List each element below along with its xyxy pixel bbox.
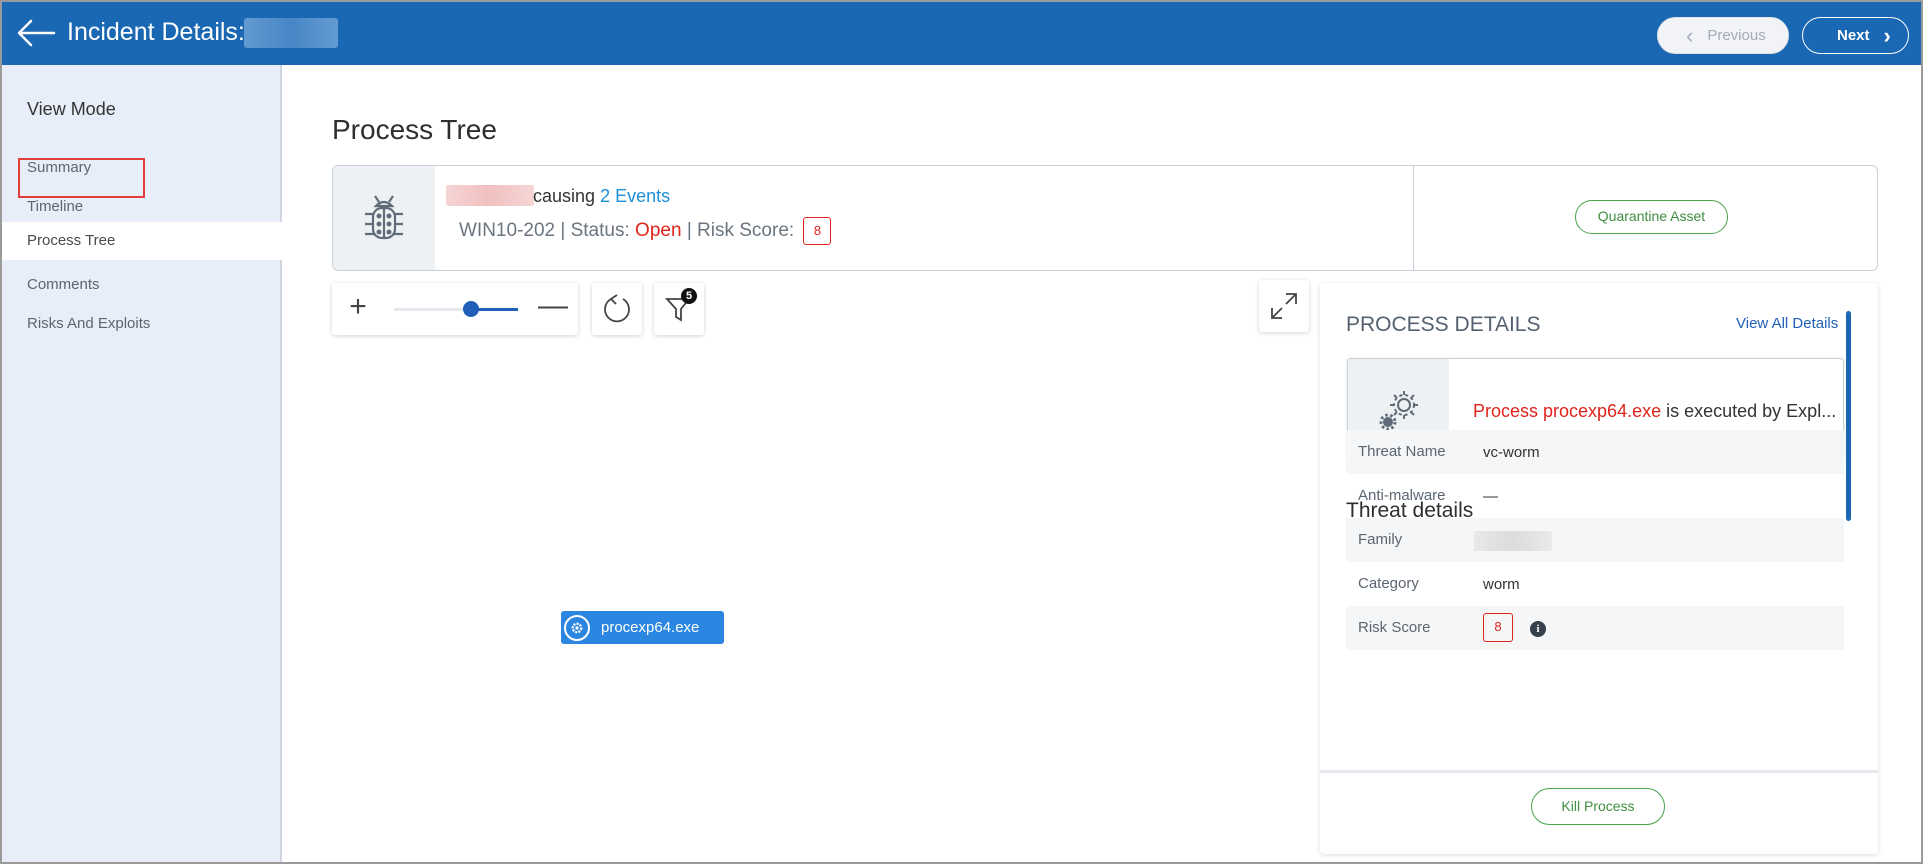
sidebar-item-risks-and-exploits[interactable]: Risks And Exploits [2, 305, 282, 343]
incident-summary-card: causing 2 Events WIN10-202 | Status: Ope… [332, 165, 1878, 271]
sidebar-item-label: Risks And Exploits [27, 315, 151, 332]
top-bar: Incident Details: ‹ Previous Next › [2, 2, 1921, 65]
causing-text: causing [533, 186, 596, 206]
family-row: Family [1346, 518, 1844, 562]
row-label: Family [1358, 531, 1403, 548]
app-window: Incident Details: ‹ Previous Next › View… [0, 0, 1923, 864]
refresh-button[interactable] [592, 283, 642, 335]
process-node[interactable]: procexp64.exe [561, 611, 724, 644]
sidebar-item-label: Comments [27, 276, 100, 293]
zoom-control: + — [332, 283, 578, 335]
anti-malware-row: Anti-malware — [1346, 474, 1844, 518]
back-arrow-icon[interactable] [16, 16, 56, 50]
quarantine-asset-button[interactable]: Quarantine Asset [1575, 200, 1728, 234]
events-link[interactable]: 2 Events [600, 186, 670, 206]
panel-scrollbar[interactable] [1846, 311, 1851, 521]
expand-button[interactable] [1259, 280, 1309, 332]
gear-icon [564, 614, 590, 641]
sidebar-item-comments[interactable]: Comments [2, 266, 282, 304]
next-label: Next [1837, 27, 1870, 44]
page-header-title: Incident Details: [67, 18, 245, 46]
refresh-icon [604, 294, 630, 323]
redacted-threat-name [446, 185, 534, 206]
row-value: — [1483, 488, 1498, 505]
row-value: worm [1483, 576, 1520, 593]
process-name-text: Process procexp64.exe [1473, 401, 1662, 421]
highlight-box [18, 158, 145, 198]
risk-score-row: Risk Score 8 i [1346, 606, 1844, 650]
zoom-slider[interactable] [394, 301, 518, 317]
process-details-title: PROCESS DETAILS [1346, 313, 1541, 336]
filter-count-badge: 5 [681, 288, 697, 304]
sidebar-heading: View Mode [27, 99, 116, 119]
incident-meta: WIN10-202 | Status: Open | Risk Score: 8 [459, 217, 832, 245]
process-executed-by-text: is executed by Expl... [1661, 401, 1837, 421]
host-name: WIN10-202 [459, 220, 556, 242]
status-label: Status: [570, 220, 630, 242]
row-label: Category [1358, 575, 1419, 592]
zoom-slider-thumb[interactable] [462, 301, 479, 317]
process-node-label: procexp64.exe [601, 619, 700, 636]
threat-name-row: Threat Name vc-worm [1346, 430, 1844, 474]
row-value: vc-worm [1483, 444, 1540, 461]
risk-score-label: Risk Score: [697, 220, 795, 242]
redacted-family-value [1474, 531, 1552, 551]
next-button[interactable]: Next › [1802, 17, 1909, 54]
row-label: Risk Score [1358, 619, 1431, 636]
previous-button[interactable]: ‹ Previous [1657, 17, 1789, 54]
incident-headline: causing 2 Events [533, 186, 670, 207]
process-description: Process procexp64.exe is executed by Exp… [1473, 401, 1836, 422]
process-details-panel: PROCESS DETAILS View All Details Process… [1320, 283, 1878, 854]
chevron-left-icon: ‹ [1686, 22, 1694, 48]
category-row: Category worm [1346, 562, 1844, 606]
redacted-incident-id [244, 18, 338, 48]
sidebar-item-label: Process Tree [27, 232, 116, 249]
filter-button[interactable]: 5 [654, 283, 704, 335]
page-title: Process Tree [332, 114, 497, 145]
view-all-details-link[interactable]: View All Details [1736, 315, 1838, 332]
risk-score-badge: 8 [803, 217, 832, 245]
risk-score-badge: 8 [1483, 613, 1513, 642]
status-value: Open [635, 220, 682, 242]
sidebar-item-process-tree[interactable]: Process Tree [2, 222, 282, 260]
zoom-out-button[interactable]: — [538, 291, 568, 323]
separator: | [686, 220, 692, 242]
expand-icon [1271, 293, 1297, 319]
row-label: Threat Name [1358, 443, 1446, 460]
sidebar-item-label: Timeline [27, 198, 84, 215]
previous-label: Previous [1707, 27, 1766, 44]
bug-icon [333, 166, 435, 270]
zoom-in-button[interactable]: + [344, 292, 372, 323]
chevron-right-icon: › [1883, 22, 1891, 48]
info-icon[interactable]: i [1530, 621, 1546, 637]
card-divider [1413, 166, 1414, 270]
row-label: Anti-malware [1358, 487, 1446, 504]
separator: | [560, 220, 566, 242]
kill-process-button[interactable]: Kill Process [1531, 788, 1665, 825]
panel-divider [1320, 770, 1878, 773]
